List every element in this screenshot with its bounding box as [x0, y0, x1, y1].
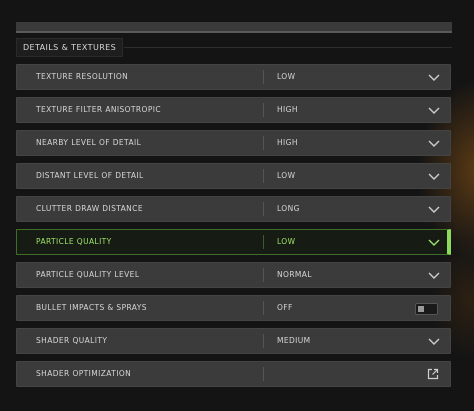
chevron-down-icon[interactable]	[428, 137, 440, 149]
setting-label: CLUTTER DRAW DISTANCE	[36, 204, 143, 213]
chevron-down-icon[interactable]	[428, 104, 440, 116]
section-divider	[124, 47, 452, 48]
chevron-down-icon[interactable]	[428, 335, 440, 347]
chevron-down-icon[interactable]	[428, 170, 440, 182]
setting-row-particle-quality-level[interactable]: PARTICLE QUALITY LEVEL NORMAL	[16, 262, 451, 288]
divider	[263, 202, 264, 216]
chevron-down-icon[interactable]	[428, 203, 440, 215]
setting-value: OFF	[277, 303, 293, 312]
setting-row-shader-quality[interactable]: SHADER QUALITY MEDIUM	[16, 328, 451, 354]
divider	[263, 136, 264, 150]
setting-label: TEXTURE FILTER ANISOTROPIC	[36, 105, 162, 114]
divider	[263, 268, 264, 282]
toggle-switch[interactable]	[415, 303, 438, 315]
divider	[263, 301, 264, 315]
setting-row-shader-optimization[interactable]: SHADER OPTIMIZATION	[16, 361, 451, 387]
setting-value: LONG	[277, 204, 300, 213]
divider	[263, 367, 264, 381]
setting-value: NORMAL	[277, 270, 312, 279]
setting-row-particle-quality[interactable]: PARTICLE QUALITY LOW	[16, 229, 451, 255]
setting-label: PARTICLE QUALITY	[36, 237, 112, 246]
setting-label: SHADER QUALITY	[36, 336, 108, 345]
setting-label: NEARBY LEVEL OF DETAIL	[36, 138, 142, 147]
previous-section-row	[16, 22, 452, 33]
setting-row-texture-resolution[interactable]: TEXTURE RESOLUTION LOW	[16, 64, 451, 90]
setting-label: BULLET IMPACTS & SPRAYS	[36, 303, 147, 312]
external-link-icon[interactable]	[427, 368, 439, 380]
setting-value: MEDIUM	[277, 336, 311, 345]
setting-label: DISTANT LEVEL OF DETAIL	[36, 171, 144, 180]
chevron-down-icon[interactable]	[428, 236, 440, 248]
setting-value: LOW	[277, 171, 296, 180]
divider	[263, 334, 264, 348]
setting-value: HIGH	[277, 105, 298, 114]
section-title: DETAILS & TEXTURES	[23, 43, 117, 52]
divider	[263, 103, 264, 117]
chevron-down-icon[interactable]	[428, 71, 440, 83]
setting-value: LOW	[277, 72, 296, 81]
setting-label: TEXTURE RESOLUTION	[36, 72, 129, 81]
setting-row-clutter-draw-distance[interactable]: CLUTTER DRAW DISTANCE LONG	[16, 196, 451, 222]
setting-row-texture-filter-anisotropic[interactable]: TEXTURE FILTER ANISOTROPIC HIGH	[16, 97, 451, 123]
setting-row-bullet-impacts-sprays[interactable]: BULLET IMPACTS & SPRAYS OFF	[16, 295, 451, 321]
setting-row-nearby-level-of-detail[interactable]: NEARBY LEVEL OF DETAIL HIGH	[16, 130, 451, 156]
setting-row-distant-level-of-detail[interactable]: DISTANT LEVEL OF DETAIL LOW	[16, 163, 451, 189]
divider	[263, 70, 264, 84]
setting-label: SHADER OPTIMIZATION	[36, 369, 132, 378]
chevron-down-icon[interactable]	[428, 269, 440, 281]
section-header: DETAILS & TEXTURES	[16, 38, 124, 57]
toggle-knob	[418, 306, 424, 312]
divider	[263, 169, 264, 183]
setting-label: PARTICLE QUALITY LEVEL	[36, 270, 140, 279]
setting-value: LOW	[277, 237, 296, 246]
setting-value: HIGH	[277, 138, 298, 147]
divider	[263, 235, 264, 249]
